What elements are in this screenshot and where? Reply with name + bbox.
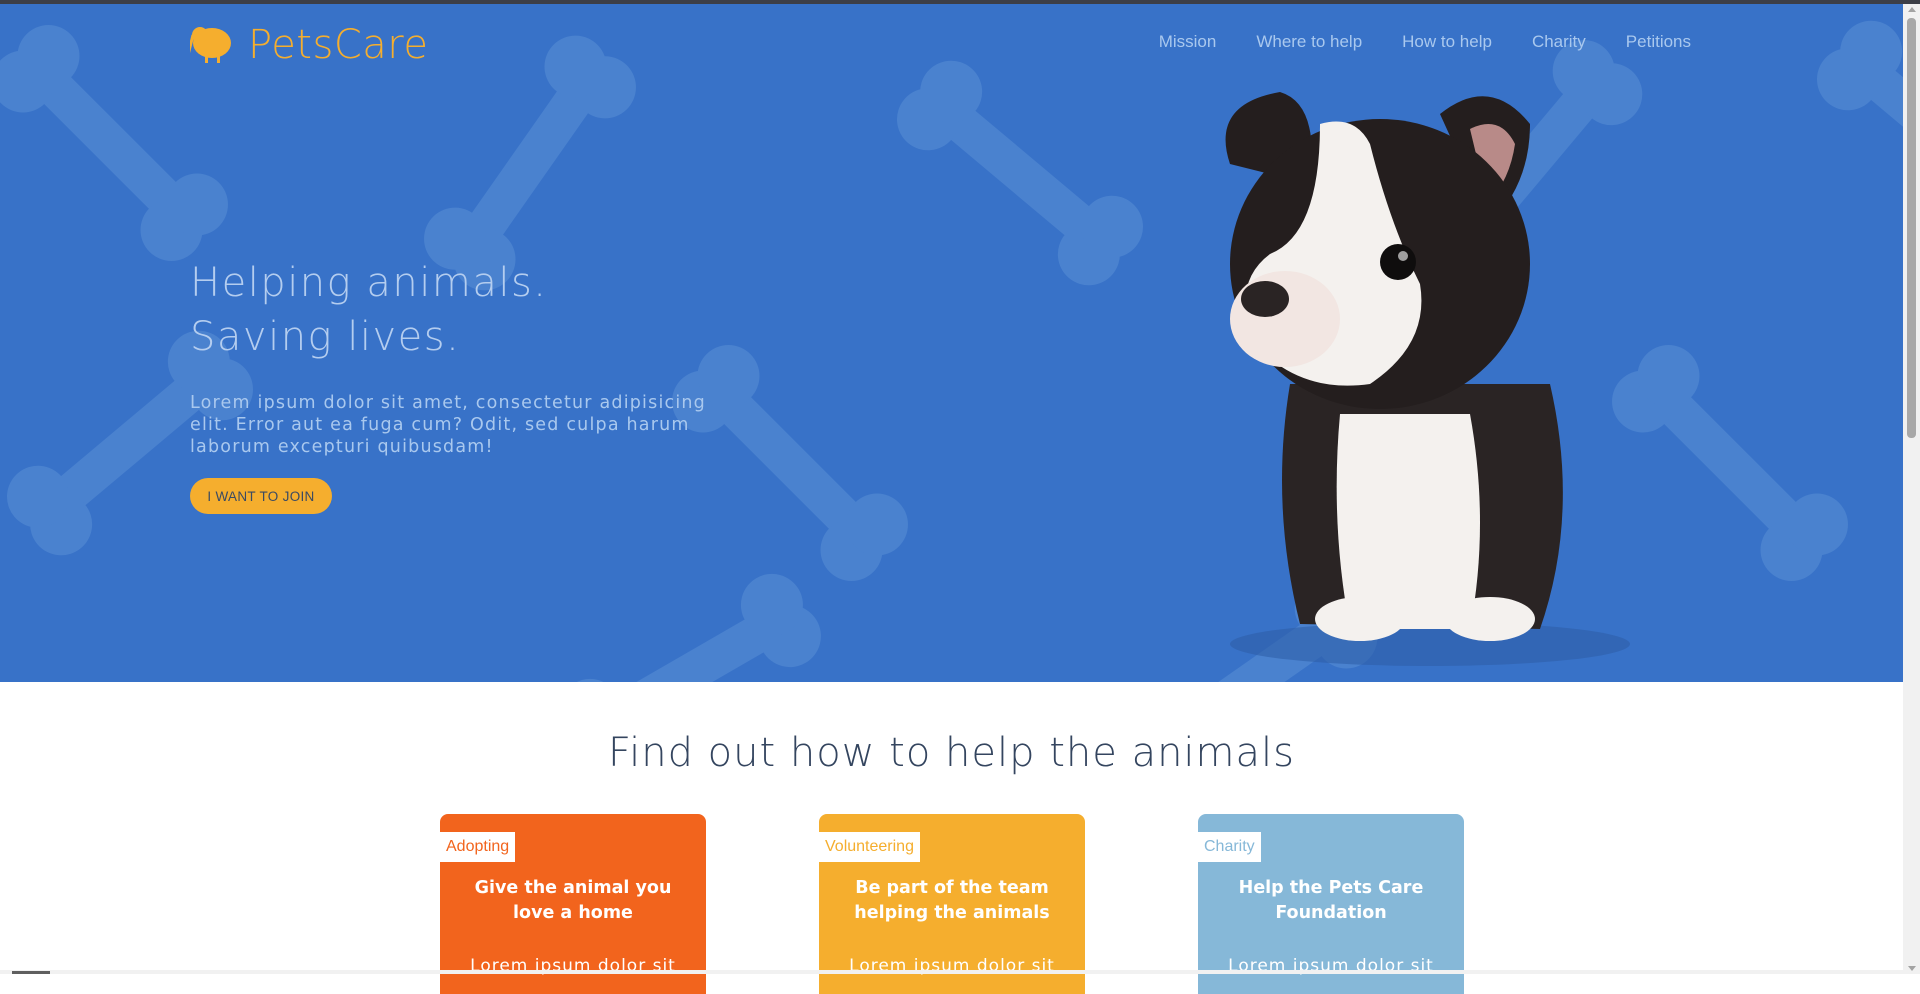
bone-shape [18, 51, 202, 235]
card-charity[interactable]: Charity Help the Pets Care Foundation Lo… [1198, 814, 1464, 994]
hero-title-line-1: Helping animals. [190, 260, 548, 306]
bone-shape [451, 61, 609, 265]
card-title: Give the animal you love a home [474, 878, 672, 923]
horizontal-scrollbar[interactable] [0, 970, 1903, 974]
hero-title: Helping animals. Saving lives. [190, 256, 548, 364]
bone-shape [585, 601, 795, 682]
bone-shape [923, 87, 1117, 259]
puppy-image [1225, 92, 1630, 666]
nav-link-charity[interactable]: Charity [1532, 32, 1586, 52]
brand-logo[interactable]: PetsCare [190, 22, 428, 68]
card-title: Be part of the team helping the animals [854, 878, 1050, 923]
scrollbar-thumb[interactable] [1907, 18, 1916, 438]
nav-link-mission[interactable]: Mission [1159, 32, 1217, 52]
card-tag: Adopting [440, 832, 516, 862]
nav-link-how-to-help[interactable]: How to help [1402, 32, 1492, 52]
bone-shape [1638, 371, 1822, 555]
card-volunteering[interactable]: Volunteering Be part of the team helping… [819, 814, 1085, 994]
bone-shape [1843, 47, 1903, 219]
scroll-up-arrow-icon[interactable] [1908, 7, 1916, 12]
card-tag: Charity [1198, 832, 1261, 862]
brand-name: PetsCare [248, 22, 429, 68]
vertical-scrollbar[interactable] [1903, 4, 1920, 974]
nav-link-where-to-help[interactable]: Where to help [1256, 32, 1362, 52]
hero-title-line-2: Saving lives. [190, 314, 461, 360]
kiwi-icon [190, 27, 231, 63]
main-navigation: Mission Where to help How to help Charit… [1159, 32, 1691, 52]
bone-shape [698, 371, 882, 555]
hero-description: Lorem ipsum dolor sit amet, consectetur … [190, 393, 706, 457]
hero-section: PetsCare Mission Where to help How to he… [0, 4, 1903, 682]
card-title: Help the Pets Care Foundation [1238, 878, 1424, 923]
card-tag: Volunteering [819, 832, 920, 862]
section-title: Find out how to help the animals [608, 730, 1295, 776]
scroll-down-arrow-icon[interactable] [1908, 966, 1916, 971]
card-adopting[interactable]: Adopting Give the animal you love a home… [440, 814, 706, 994]
join-button[interactable]: I WANT TO JOIN [190, 478, 332, 514]
nav-link-petitions[interactable]: Petitions [1626, 32, 1691, 52]
